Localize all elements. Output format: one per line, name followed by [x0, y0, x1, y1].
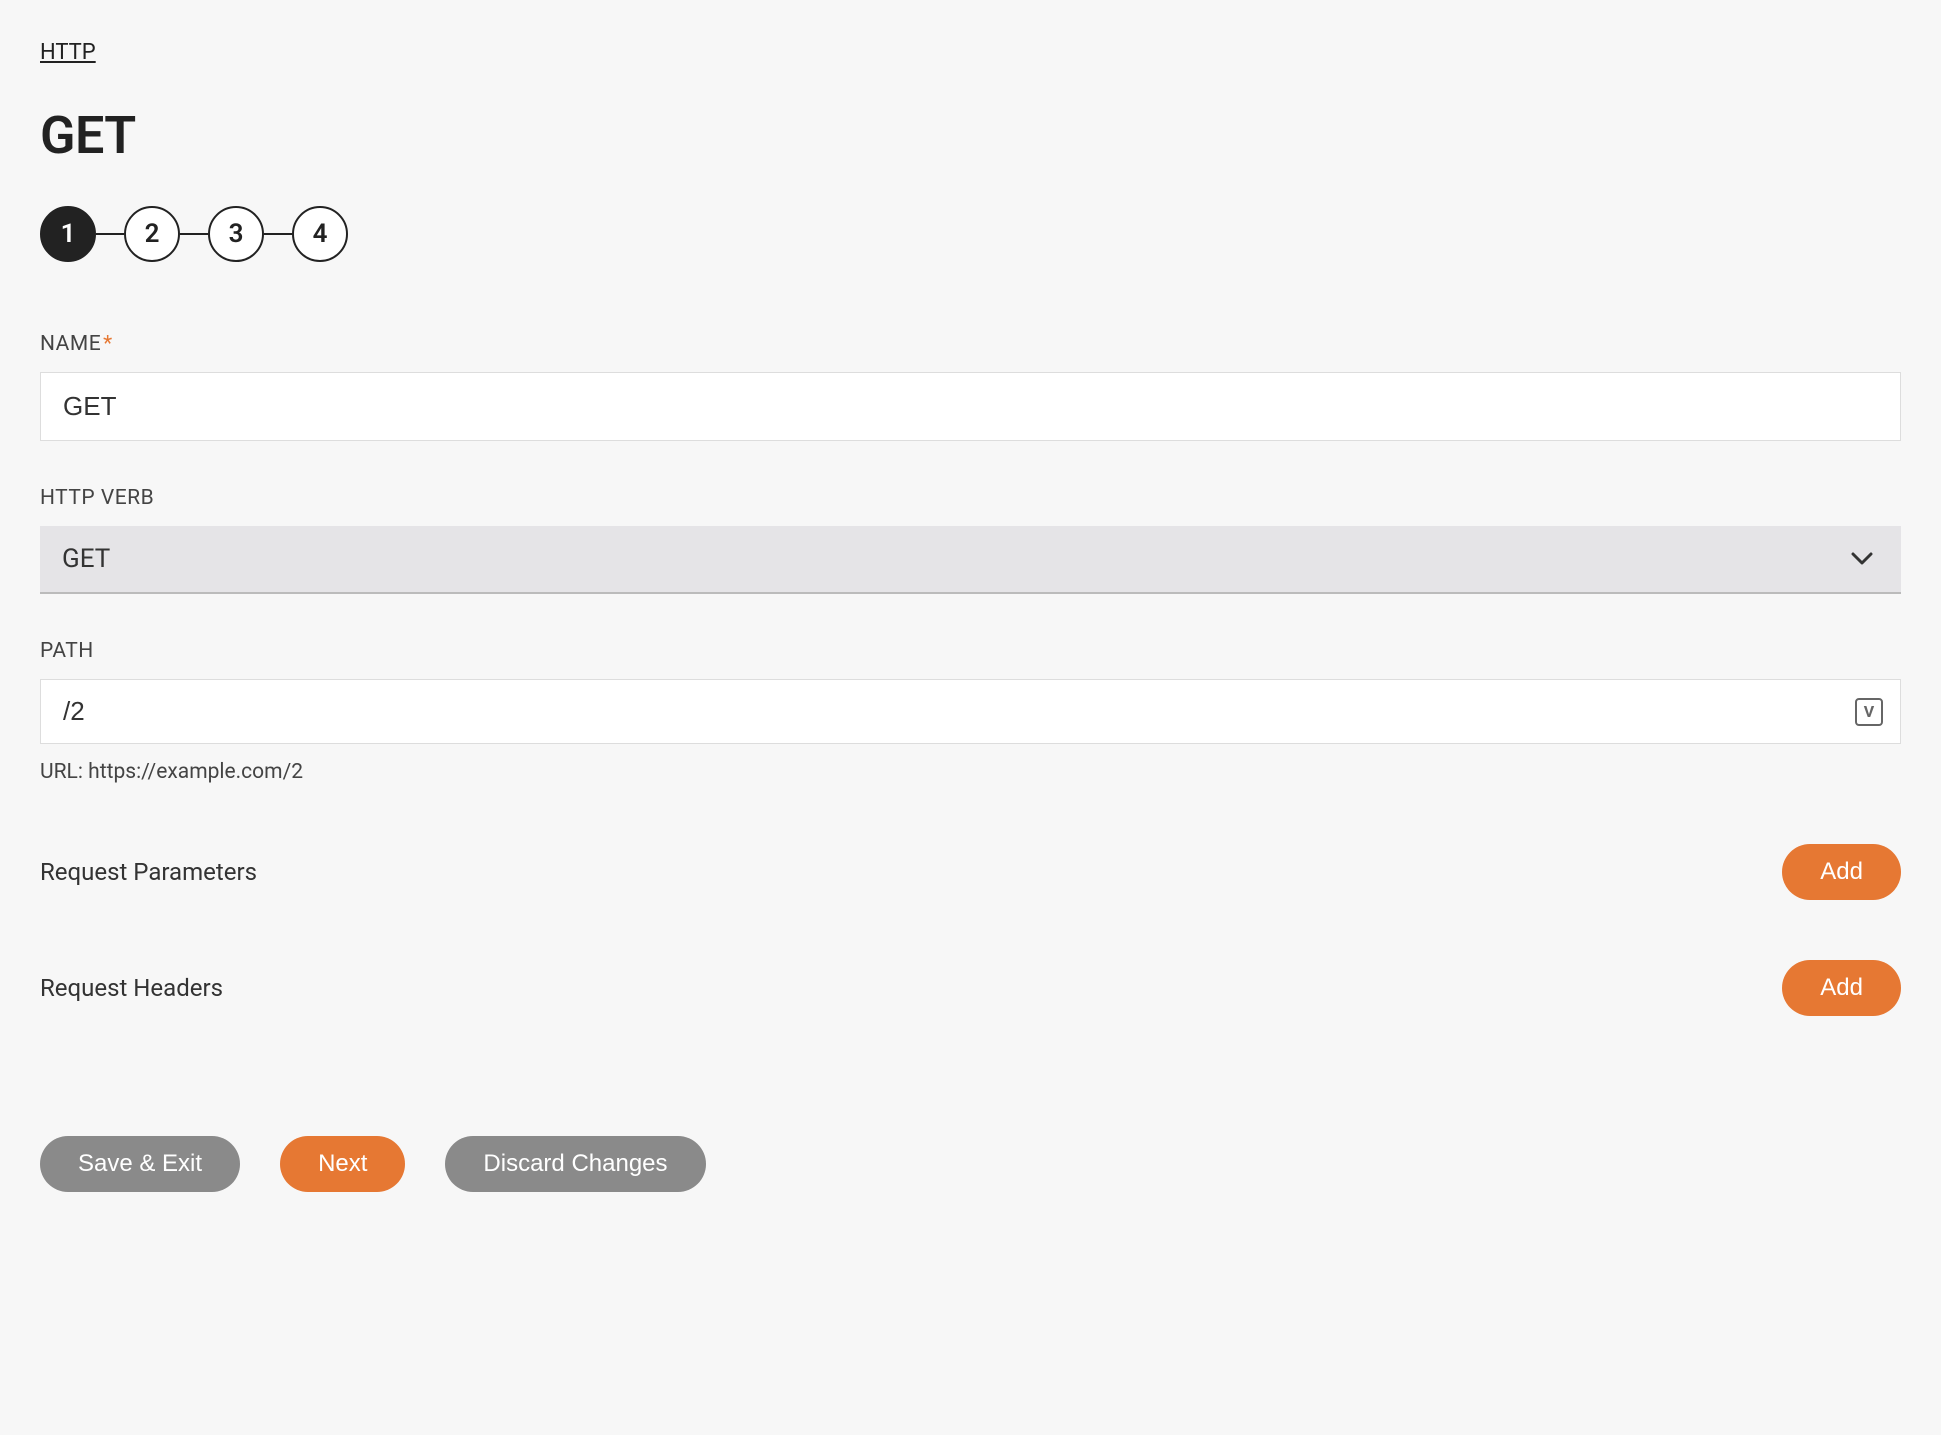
page-title: GET	[40, 105, 1901, 166]
step-connector	[180, 233, 208, 235]
step-connector	[96, 233, 124, 235]
step-4[interactable]: 4	[292, 206, 348, 262]
variable-icon[interactable]: V	[1855, 698, 1883, 726]
stepper: 1 2 3 4	[40, 206, 1901, 262]
field-path: PATH V URL: https://example.com/2	[40, 639, 1901, 784]
request-parameters-label: Request Parameters	[40, 858, 257, 886]
path-input[interactable]	[40, 679, 1901, 744]
step-3[interactable]: 3	[208, 206, 264, 262]
http-verb-select-wrap: GET	[40, 526, 1901, 594]
http-verb-label: HTTP VERB	[40, 486, 1901, 510]
footer-buttons: Save & Exit Next Discard Changes	[40, 1136, 1901, 1192]
save-exit-button[interactable]: Save & Exit	[40, 1136, 240, 1192]
breadcrumb-http[interactable]: HTTP	[40, 40, 96, 65]
required-indicator: *	[103, 332, 113, 356]
add-parameter-button[interactable]: Add	[1782, 844, 1901, 900]
http-verb-select[interactable]: GET	[40, 526, 1901, 594]
next-button[interactable]: Next	[280, 1136, 405, 1192]
path-helper-text: URL: https://example.com/2	[40, 760, 1901, 784]
name-label-text: NAME	[40, 332, 101, 356]
step-connector	[264, 233, 292, 235]
name-input[interactable]	[40, 372, 1901, 441]
path-label: PATH	[40, 639, 1901, 663]
discard-changes-button[interactable]: Discard Changes	[445, 1136, 705, 1192]
add-header-button[interactable]: Add	[1782, 960, 1901, 1016]
path-input-wrap: V	[40, 679, 1901, 744]
field-name: NAME*	[40, 332, 1901, 441]
step-1[interactable]: 1	[40, 206, 96, 262]
request-parameters-section: Request Parameters Add	[40, 844, 1901, 900]
name-label: NAME*	[40, 332, 1901, 356]
request-headers-label: Request Headers	[40, 974, 223, 1002]
step-2[interactable]: 2	[124, 206, 180, 262]
field-http-verb: HTTP VERB GET	[40, 486, 1901, 594]
request-headers-section: Request Headers Add	[40, 960, 1901, 1016]
